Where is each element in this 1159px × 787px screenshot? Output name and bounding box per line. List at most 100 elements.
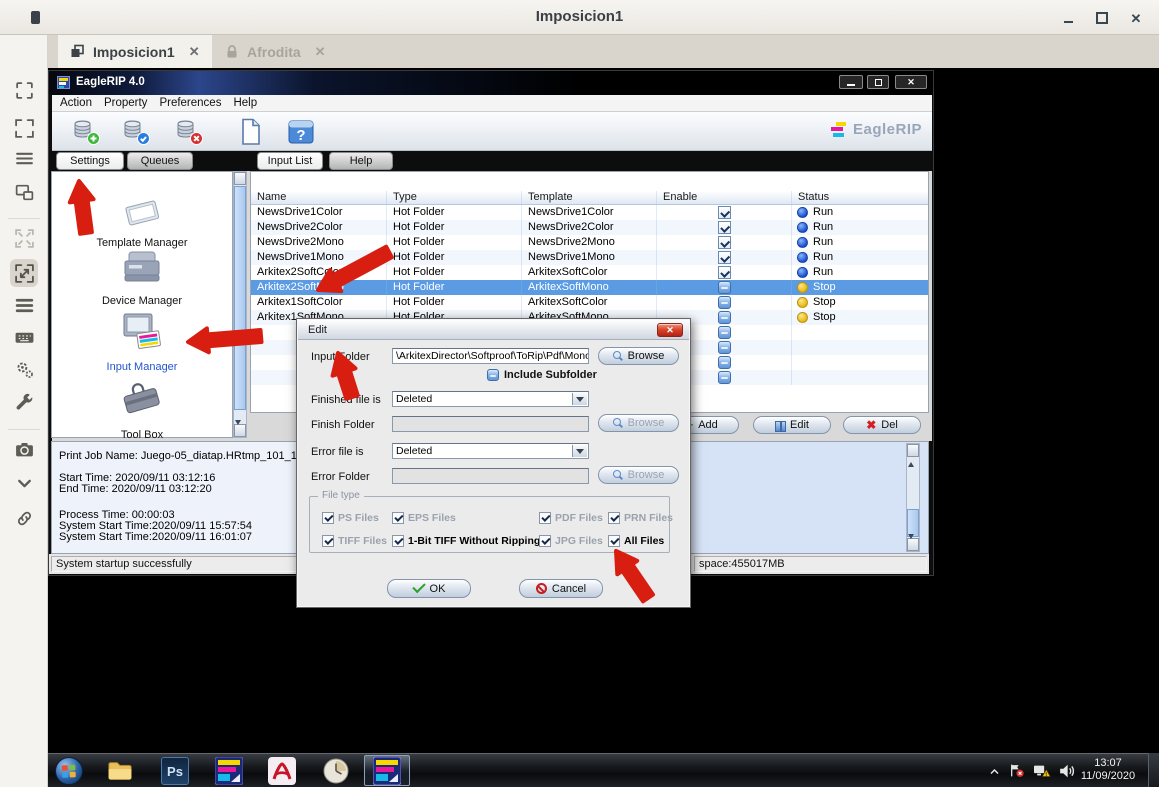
volume-icon[interactable] [1058,763,1075,778]
file-explorer-button[interactable] [105,756,135,786]
table-row[interactable]: NewsDrive2MonoHot FolderNewsDrive2MonoRu… [251,235,928,250]
setup-item-template-manager[interactable]: Template Manager [52,192,232,249]
maximize-button[interactable] [1093,9,1111,27]
photoshop-button[interactable]: Ps [160,756,190,786]
checkbox-checked-icon[interactable] [608,535,620,547]
col-template[interactable]: Template [522,191,657,204]
setup-item-tool-box[interactable]: Tool Box [52,376,232,441]
minimize-button[interactable] [1059,9,1077,27]
scroll-up-icon[interactable] [234,172,246,185]
enable-checkbox[interactable] [718,371,731,384]
fullscreen-button[interactable] [10,114,38,142]
table-row[interactable]: Arkitex2SoftColorHot FolderArkitexSoftCo… [251,265,928,280]
new-document-icon[interactable] [236,117,266,147]
help-icon[interactable]: ? [286,117,316,147]
preferences-button[interactable] [10,355,38,383]
enable-checkbox[interactable] [718,311,731,324]
enable-checkbox[interactable] [718,206,731,219]
clock-app-button[interactable] [321,756,351,786]
enable-checkbox[interactable] [718,251,731,264]
enable-checkbox[interactable] [718,281,731,294]
tab-afrodita[interactable]: Afrodita ✕ [213,35,363,68]
close-button[interactable]: ✕ [1127,9,1145,27]
table-row[interactable]: NewsDrive1ColorHot FolderNewsDrive1Color… [251,205,928,220]
show-desktop-button[interactable] [1148,753,1159,787]
scroll-down-icon[interactable] [907,538,919,551]
tools-button[interactable] [10,387,38,415]
taskbar-clock[interactable]: 13:07 11/09/2020 [1076,757,1140,783]
table-row[interactable]: Arkitex2SoftMonoHot FolderArkitexSoftMon… [251,280,928,295]
menu-item-help[interactable]: Help [233,97,257,109]
dialog-close-button[interactable]: ✕ [657,323,683,337]
table-row[interactable]: NewsDrive2ColorHot FolderNewsDrive2Color… [251,220,928,235]
ok-button[interactable]: OK [387,579,471,598]
del-button[interactable]: ✖ Del [843,416,921,434]
menu-item-property[interactable]: Property [104,97,147,109]
dynamic-resolution-button[interactable] [10,224,38,252]
enable-checkbox[interactable] [718,326,731,339]
filetype-all-files[interactable]: All Files [608,535,664,547]
enable-checkbox[interactable] [718,266,731,279]
enable-checkbox[interactable] [718,236,731,249]
scrollbar-thumb[interactable] [907,509,919,537]
tab-queues[interactable]: Queues [127,152,193,170]
eaglerip-active-task-button[interactable] [364,755,410,786]
dialog-titlebar[interactable]: Edit [298,320,689,340]
setup-item-device-manager[interactable]: Device Manager [52,246,232,307]
enable-input-icon[interactable] [121,117,151,147]
include-subfolder-checkbox[interactable] [487,369,499,381]
enable-checkbox[interactable] [718,356,731,369]
screenshot-button[interactable] [10,435,38,463]
menu-item-preferences[interactable]: Preferences [159,97,221,109]
browse-input-button[interactable]: Browse [598,347,679,365]
scroll-up-icon[interactable] [907,444,919,457]
action-center-icon[interactable] [1008,763,1025,778]
tab-imposicion1[interactable]: Imposicion1 ✕ [58,35,212,68]
filetype-1-bit-tiff-without-ripping[interactable]: 1-Bit TIFF Without Ripping [392,535,540,547]
tab-input-list[interactable]: Input List [257,152,323,170]
keyboard-grab-button[interactable] [10,323,38,351]
close-tab-icon[interactable]: ✕ [315,44,326,60]
view-options-button[interactable] [10,144,38,172]
col-type[interactable]: Type [387,191,522,204]
finished-file-select[interactable]: Deleted [392,391,589,407]
dropdown-arrow-icon[interactable] [572,393,587,405]
menu-button[interactable] [10,291,38,319]
show-hidden-icons-button[interactable] [988,765,1001,777]
rip-maximize-button[interactable] [867,75,889,89]
setup-item-input-manager[interactable]: Input Manager [52,310,232,373]
scrollbar-thumb[interactable] [234,186,246,410]
edit-button[interactable]: Edit [753,416,831,434]
dropdown-arrow-icon[interactable] [572,445,587,457]
eaglerip-taskbar-button[interactable] [214,756,244,786]
start-button[interactable] [54,756,84,786]
network-warning-icon[interactable] [1032,763,1051,778]
add-input-icon[interactable] [71,117,101,147]
col-enable[interactable]: Enable [657,191,792,204]
cancel-button[interactable]: Cancel [519,579,603,598]
delete-input-icon[interactable] [174,117,204,147]
close-tab-icon[interactable]: ✕ [189,44,200,60]
enable-checkbox[interactable] [718,221,731,234]
table-row[interactable]: Arkitex1SoftColorHot FolderArkitexSoftCo… [251,295,928,310]
job-list-scrollbar[interactable] [906,443,920,552]
rip-minimize-button[interactable] [839,75,863,89]
checkbox-checked-icon[interactable] [392,535,404,547]
col-status[interactable]: Status [792,191,928,204]
col-name[interactable]: Name [251,191,387,204]
fit-window-button[interactable] [10,76,38,104]
eaglerip-titlebar[interactable]: EagleRIP 4.0 ✕ [49,71,933,95]
disconnect-button[interactable] [10,504,38,532]
scroll-down-icon[interactable] [234,424,246,437]
table-row[interactable]: NewsDrive1MonoHot FolderNewsDrive1MonoRu… [251,250,928,265]
menu-item-action[interactable]: Action [60,97,92,109]
tab-help[interactable]: Help [329,152,393,170]
tab-settings[interactable]: Settings [56,152,124,170]
acrobat-button[interactable] [267,756,297,786]
scaled-mode-button[interactable] [10,259,38,287]
enable-checkbox[interactable] [718,341,731,354]
rip-close-button[interactable]: ✕ [895,75,927,89]
enable-checkbox[interactable] [718,296,731,309]
setup-scrollbar[interactable] [233,171,247,438]
collapse-toolbar-button[interactable] [10,469,38,497]
